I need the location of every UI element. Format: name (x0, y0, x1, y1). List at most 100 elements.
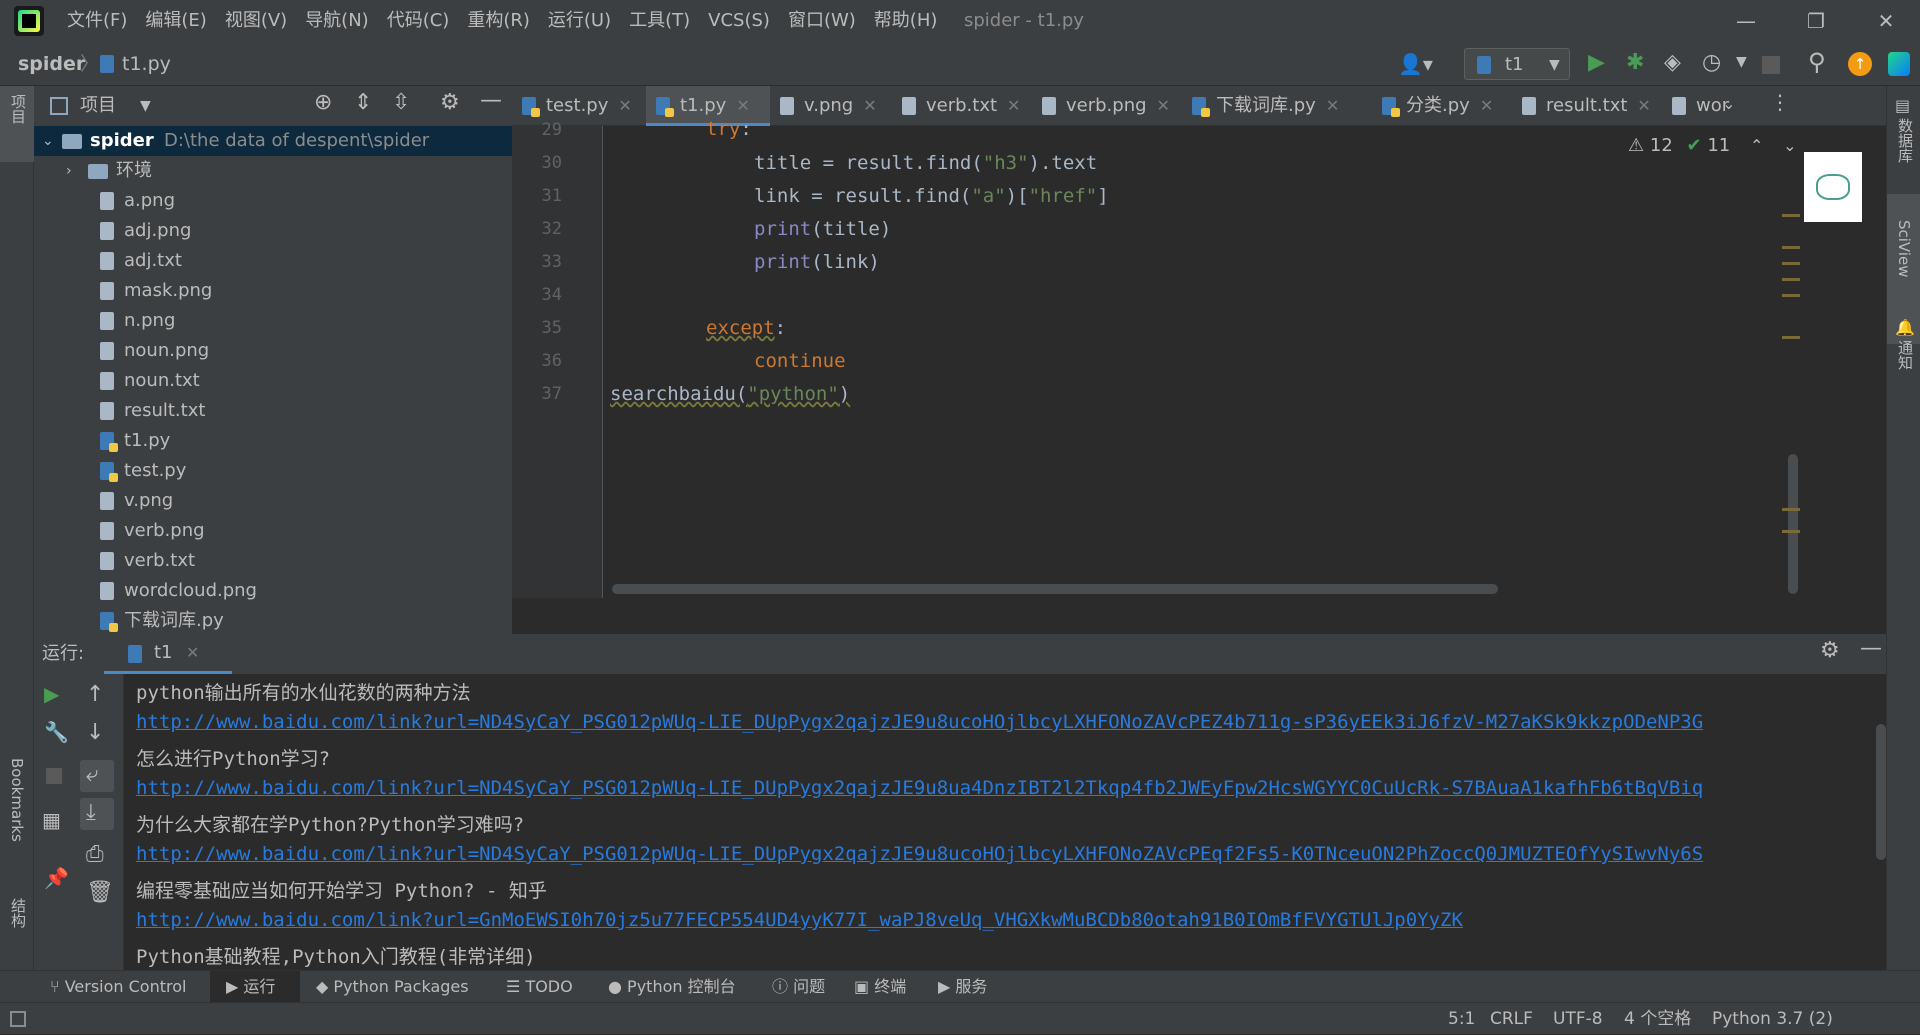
close-icon[interactable]: ✕ (863, 96, 876, 115)
inspection-widget[interactable]: ⚠ 12 ✔ 11 ⌃ ⌄ (1628, 134, 1797, 158)
breadcrumb-file[interactable]: t1.py (122, 42, 171, 86)
panel-toggle-icon[interactable] (10, 1011, 26, 1027)
vertical-scrollbar[interactable] (1788, 454, 1798, 594)
tree-file-item[interactable]: verb.txt (34, 546, 512, 576)
tree-file-item[interactable]: a.png (34, 186, 512, 216)
menu-code[interactable]: 代码(C) (378, 0, 459, 42)
stop-icon[interactable] (46, 768, 62, 784)
run-icon[interactable]: ▶ (1588, 50, 1605, 75)
run-tab[interactable]: t1 ✕ (104, 634, 232, 674)
rerun-icon[interactable]: ▶ (44, 682, 59, 706)
stop-icon[interactable] (1762, 56, 1780, 74)
close-icon[interactable]: ✕ (186, 634, 199, 672)
code-editor[interactable] (512, 126, 1886, 598)
prev-highlight-icon[interactable]: ⌃ (1750, 136, 1763, 155)
scroll-to-end-toggle[interactable]: ⤓ (80, 798, 114, 830)
arrow-up-icon[interactable]: ↑ (86, 682, 104, 707)
tree-file-item[interactable]: noun.txt (34, 366, 512, 396)
menu-view[interactable]: 视图(V) (216, 0, 296, 42)
close-window-button[interactable]: ✕ (1856, 0, 1916, 42)
project-panel-title[interactable]: 项目 (80, 86, 116, 126)
run-config-selector[interactable]: t1 ▼ (1464, 48, 1570, 80)
chevron-down-icon[interactable]: ▼ (140, 86, 151, 126)
close-icon[interactable]: ✕ (618, 96, 631, 115)
structure-tool-label[interactable]: 结构 (8, 898, 29, 928)
tree-folder[interactable]: › 环境 (34, 156, 512, 186)
more-icon[interactable]: ⋮ (1770, 90, 1790, 114)
close-icon[interactable]: ✕ (1157, 96, 1170, 115)
tree-file-item[interactable]: t1.py (34, 426, 512, 456)
trash-icon[interactable]: 🗑 (86, 880, 114, 905)
todo-button[interactable]: ☰ TODO (506, 971, 573, 1003)
debug-icon[interactable]: ✱ (1626, 50, 1644, 75)
file-encoding[interactable]: UTF-8 (1553, 1003, 1603, 1035)
services-button[interactable]: ▶ 服务 (938, 971, 987, 1003)
coverage-icon[interactable]: ◈ (1664, 50, 1681, 75)
wrench-icon[interactable]: 🔧 (44, 720, 69, 744)
pin-icon[interactable]: 📌 (44, 866, 69, 890)
ide-logo-icon[interactable] (1888, 52, 1910, 76)
expand-all-icon[interactable]: ⇕ (354, 90, 372, 115)
problems-button[interactable]: ⓘ 问题 (772, 971, 825, 1003)
tree-file-item[interactable]: adj.png (34, 216, 512, 246)
update-icon[interactable]: ↑ (1848, 52, 1872, 76)
tree-file-item[interactable]: mask.png (34, 276, 512, 306)
menu-refactor[interactable]: 重构(R) (458, 0, 539, 42)
tree-file-item[interactable]: wordcloud.png (34, 576, 512, 606)
menu-edit[interactable]: 编辑(E) (136, 0, 215, 42)
menu-tools[interactable]: 工具(T) (620, 0, 699, 42)
python-interpreter[interactable]: Python 3.7 (2) (1712, 1003, 1833, 1035)
console-link[interactable]: http://www.baidu.com/link?url=ND4SyCaY_P… (136, 711, 1703, 733)
close-icon[interactable]: ✕ (1480, 96, 1493, 115)
gear-icon[interactable]: ⚙ (440, 90, 460, 115)
menu-window[interactable]: 窗口(W) (779, 0, 865, 42)
close-icon[interactable]: ✕ (1326, 96, 1339, 115)
next-highlight-icon[interactable]: ⌄ (1783, 136, 1796, 155)
version-control-button[interactable]: ⑂ Version Control (50, 971, 186, 1003)
horizontal-scrollbar[interactable] (612, 584, 1498, 594)
console-scrollbar[interactable] (1876, 724, 1886, 860)
user-icon[interactable]: 👤▾ (1398, 52, 1433, 76)
close-icon[interactable]: ✕ (1007, 96, 1020, 115)
notifications-tool-label[interactable]: 通知 (1895, 340, 1916, 370)
more-run-options-icon[interactable]: ▼ (1736, 54, 1747, 70)
hide-panel-icon[interactable]: — (480, 88, 502, 113)
console-link[interactable]: http://www.baidu.com/link?url=ND4SyCaY_P… (136, 777, 1703, 799)
tree-file-item[interactable]: verb.png (34, 516, 512, 546)
bookmarks-tool-label[interactable]: Bookmarks (8, 758, 26, 842)
project-tool-button[interactable]: 项目 (0, 86, 34, 162)
tree-file-item[interactable]: noun.png (34, 336, 512, 366)
database-tool-label[interactable]: 数据库 (1895, 118, 1916, 163)
tree-file-item[interactable]: test.py (34, 456, 512, 486)
restore-button[interactable]: ❐ (1786, 0, 1846, 42)
console-link[interactable]: http://www.baidu.com/link?url=ND4SyCaY_P… (136, 843, 1703, 865)
tree-file-item[interactable]: result.txt (34, 396, 512, 426)
collapse-all-icon[interactable]: ⇳ (392, 90, 410, 115)
indent-setting[interactable]: 4 个空格 (1624, 1003, 1691, 1035)
minimize-button[interactable]: — (1716, 0, 1776, 42)
arrow-down-icon[interactable]: ↓ (86, 720, 104, 745)
tree-root[interactable]: ⌄ spider D:\the data of despent\spider (34, 126, 512, 156)
menu-vcs[interactable]: VCS(S) (699, 0, 779, 42)
menu-navigate[interactable]: 导航(N) (296, 0, 378, 42)
tree-file-item[interactable]: 下载词库.py (34, 606, 512, 634)
tree-file-item[interactable]: adj.txt (34, 246, 512, 276)
tree-file-item[interactable]: v.png (34, 486, 512, 516)
run-console-output[interactable]: python输出所有的水仙花数的两种方法 http://www.baidu.com… (124, 674, 1886, 970)
breadcrumb-project[interactable]: spider (18, 42, 85, 86)
search-icon[interactable]: ⚲ (1808, 48, 1826, 76)
layout-icon[interactable]: ▦ (42, 808, 61, 832)
tree-file-item[interactable]: n.png (34, 306, 512, 336)
menu-run[interactable]: 运行(U) (539, 0, 620, 42)
terminal-button[interactable]: ▣ 终端 (854, 971, 906, 1003)
profile-icon[interactable]: ◷ (1702, 50, 1721, 75)
print-icon[interactable]: ⎙ (86, 842, 104, 867)
hide-panel-icon[interactable]: — (1860, 636, 1882, 661)
locate-file-icon[interactable]: ⊕ (314, 90, 332, 115)
close-icon[interactable]: ✕ (1637, 96, 1650, 115)
menu-help[interactable]: 帮助(H) (865, 0, 947, 42)
run-tool-button[interactable]: ▶ 运行 (226, 971, 275, 1003)
python-packages-button[interactable]: ◆ Python Packages (316, 971, 469, 1003)
python-console-button[interactable]: ● Python 控制台 (608, 971, 736, 1003)
gear-icon[interactable]: ⚙ (1820, 638, 1840, 663)
